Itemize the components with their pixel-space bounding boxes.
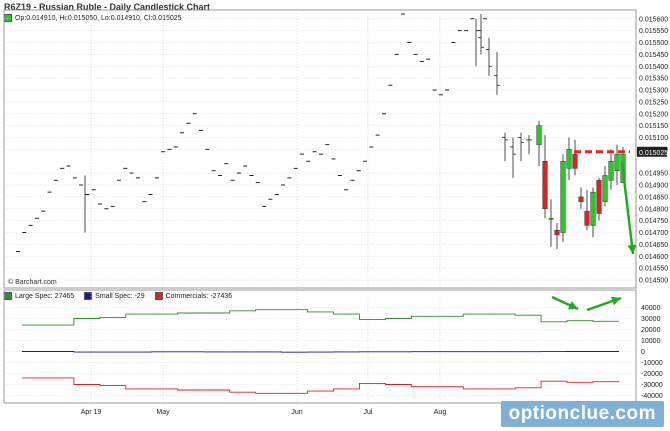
price-y-tick-label: 0.014750	[639, 218, 668, 225]
candle-bull	[590, 191, 596, 226]
x-tick-label: Aug	[434, 409, 447, 416]
price-y-tick-label: 0.015200	[639, 111, 668, 118]
price-y-tick-label: 0.015300	[639, 88, 668, 95]
price-y-tick-label: 0.014700	[639, 230, 668, 237]
candle-bear	[596, 180, 602, 214]
price-y-tick-label: 0.014950	[639, 171, 668, 178]
candle-bear	[578, 196, 584, 202]
cot-y-tick-label: -40000	[641, 393, 663, 400]
price-y-tick-label: 0.015150	[639, 123, 668, 130]
price-panel-frame	[3, 9, 637, 289]
candle-bear	[584, 210, 590, 226]
last-price-label: 0.015025	[639, 150, 668, 157]
watermark-logo: optionclue.com	[500, 401, 664, 427]
chart-canvas: Apr 19 May Jun Jul Aug 0.015600 0.015550 0.0155…	[3, 9, 668, 416]
price-y-tick-label: 0.014550	[639, 266, 668, 273]
x-tick-label: Jul	[364, 409, 373, 416]
price-y-tick-label: 0.015350	[639, 76, 668, 83]
cot-y-tick-label: 40000	[641, 305, 661, 312]
candle-bull	[560, 161, 566, 233]
cot-y-tick-label: 20000	[641, 327, 661, 334]
price-y-tick-label: 0.015100	[639, 135, 668, 142]
cot-y-tick-label: 0	[641, 349, 645, 356]
candle-bull	[566, 149, 572, 169]
price-y-tick-label: 0.014600	[639, 254, 668, 261]
price-y-tick-label: 0.014850	[639, 194, 668, 201]
x-tick-label: Apr 19	[81, 409, 102, 416]
watermark-text: optionclue.com	[508, 403, 656, 424]
cot-y-tick-label: 30000	[641, 316, 661, 323]
cot-y-tick-label: -20000	[641, 371, 663, 378]
candle-bull	[614, 153, 620, 171]
price-y-tick-label: 0.015400	[639, 64, 668, 71]
price-y-tick-label: 0.015250	[639, 99, 668, 106]
price-y-tick-label: 0.015500	[639, 40, 668, 47]
x-tick-label: Jun	[291, 409, 302, 416]
candle-bull	[548, 218, 554, 220]
candle-bear	[554, 229, 560, 236]
candle-bear	[542, 161, 548, 209]
price-y-tick-label: 0.014650	[639, 242, 668, 249]
price-y-tick-label: 0.014900	[639, 183, 668, 190]
x-tick-label: May	[156, 409, 170, 416]
cot-y-tick-label: 10000	[641, 338, 661, 345]
cot-series-line	[22, 351, 619, 353]
cot-y-tick-label: -10000	[641, 360, 663, 367]
forecast-arrow	[620, 161, 635, 255]
candle-bull	[608, 161, 614, 181]
price-y-tick-label: 0.014800	[639, 206, 668, 213]
price-y-tick-label: 0.015550	[639, 28, 668, 35]
cot-y-tick-label: -30000	[641, 382, 663, 389]
cot-series-line	[22, 309, 619, 326]
source-label: © Barchart.com	[8, 279, 57, 286]
candle-bull	[602, 175, 608, 202]
candle-bull	[536, 125, 542, 145]
price-y-tick-label: 0.015450	[639, 52, 668, 59]
cot-series-line	[22, 377, 619, 394]
price-y-tick-label: 0.014500	[639, 278, 668, 285]
price-y-tick-label: 0.015600	[639, 16, 668, 23]
candle-bear	[572, 153, 578, 169]
